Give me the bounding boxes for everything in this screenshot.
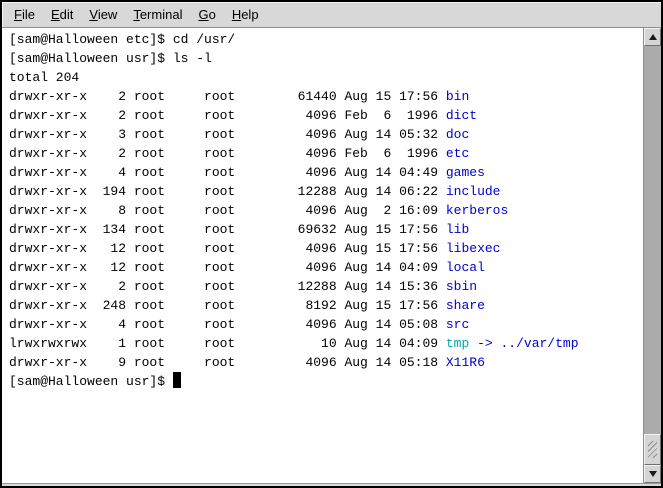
terminal-text: drwxr-xr-x 2 root root 61440 Aug 15 17:5… <box>9 89 446 104</box>
terminal-text: drwxr-xr-x 8 root root 4096 Aug 2 16:09 <box>9 203 446 218</box>
terminal-text: drwxr-xr-x 248 root root 8192 Aug 15 17:… <box>9 298 446 313</box>
directory-name-text: lib <box>446 222 469 237</box>
terminal-line: drwxr-xr-x 4 root root 4096 Aug 14 05:08… <box>9 315 643 334</box>
directory-name-text: bin <box>446 89 469 104</box>
terminal-line: drwxr-xr-x 2 root root 12288 Aug 14 15:3… <box>9 277 643 296</box>
directory-name-text: doc <box>446 127 469 142</box>
menu-mnemonic: V <box>89 7 97 22</box>
menu-item-edit[interactable]: Edit <box>43 4 81 25</box>
scroll-up-button[interactable] <box>644 28 661 46</box>
terminal-line: drwxr-xr-x 4 root root 4096 Aug 14 04:49… <box>9 163 643 182</box>
terminal-line: drwxr-xr-x 2 root root 4096 Feb 6 1996 e… <box>9 144 643 163</box>
thumb-grip-icon <box>648 441 657 458</box>
terminal-line: drwxr-xr-x 9 root root 4096 Aug 14 05:18… <box>9 353 643 372</box>
terminal-window: FileEditViewTerminalGoHelp [sam@Hallowee… <box>0 0 663 488</box>
window-content: [sam@Halloween etc]$ cd /usr/ [sam@Hallow… <box>2 28 661 483</box>
terminal-line: drwxr-xr-x 3 root root 4096 Aug 14 05:32… <box>9 125 643 144</box>
menu-mnemonic: G <box>198 7 208 22</box>
scroll-down-icon <box>649 471 657 477</box>
scrollbar[interactable] <box>643 28 661 483</box>
directory-name-text: X11R6 <box>446 355 485 370</box>
terminal-text: drwxr-xr-x 4 root root 4096 Aug 14 05:08 <box>9 317 446 332</box>
directory-name-text: src <box>446 317 469 332</box>
terminal-text: total 204 <box>9 70 79 85</box>
terminal-line: [sam@Halloween etc]$ cd /usr/ <box>9 30 643 49</box>
terminal-cursor <box>173 372 181 388</box>
terminal-line: drwxr-xr-x 8 root root 4096 Aug 2 16:09 … <box>9 201 643 220</box>
terminal-text: [sam@Halloween usr]$ <box>9 374 173 389</box>
terminal-line: [sam@Halloween usr]$ ls -l <box>9 49 643 68</box>
menu-item-view[interactable]: View <box>81 4 125 25</box>
terminal-text: drwxr-xr-x 9 root root 4096 Aug 14 05:18 <box>9 355 446 370</box>
scroll-up-icon <box>649 34 657 40</box>
menu-mnemonic: T <box>133 7 140 22</box>
terminal-output[interactable]: [sam@Halloween etc]$ cd /usr/ [sam@Hallow… <box>2 28 643 483</box>
terminal-text: [sam@Halloween etc]$ cd /usr/ <box>9 32 235 47</box>
directory-name-text: sbin <box>446 279 477 294</box>
terminal-line: drwxr-xr-x 2 root root 4096 Feb 6 1996 d… <box>9 106 643 125</box>
terminal-text: drwxr-xr-x 194 root root 12288 Aug 14 06… <box>9 184 446 199</box>
menu-mnemonic: H <box>232 7 241 22</box>
terminal-text: drwxr-xr-x 2 root root 4096 Feb 6 1996 <box>9 108 446 123</box>
menu-mnemonic: E <box>51 7 60 22</box>
terminal-text: drwxr-xr-x 4 root root 4096 Aug 14 04:49 <box>9 165 446 180</box>
menubar: FileEditViewTerminalGoHelp <box>2 2 661 28</box>
menu-mnemonic: F <box>14 7 22 22</box>
directory-name-text: etc <box>446 146 469 161</box>
terminal-text: drwxr-xr-x 134 root root 69632 Aug 15 17… <box>9 222 446 237</box>
terminal-line: drwxr-xr-x 194 root root 12288 Aug 14 06… <box>9 182 643 201</box>
directory-name-text: dict <box>446 108 477 123</box>
terminal-text: [sam@Halloween usr]$ ls -l <box>9 51 212 66</box>
directory-name-text: libexec <box>446 241 501 256</box>
directory-name-text: local <box>446 260 485 275</box>
terminal-text: drwxr-xr-x 12 root root 4096 Aug 15 17:5… <box>9 241 446 256</box>
window-bottom-edge <box>2 483 661 486</box>
menu-item-terminal[interactable]: Terminal <box>125 4 190 25</box>
directory-name-text: share <box>446 298 485 313</box>
terminal-text: drwxr-xr-x 12 root root 4096 Aug 14 04:0… <box>9 260 446 275</box>
scrollbar-track[interactable] <box>644 46 661 465</box>
terminal-line: drwxr-xr-x 12 root root 4096 Aug 14 04:0… <box>9 258 643 277</box>
terminal-text: drwxr-xr-x 2 root root 12288 Aug 14 15:3… <box>9 279 446 294</box>
directory-name-text: include <box>446 184 501 199</box>
terminal-line: lrwxrwxrwx 1 root root 10 Aug 14 04:09 t… <box>9 334 643 353</box>
scroll-down-button[interactable] <box>644 465 661 483</box>
terminal-text: drwxr-xr-x 3 root root 4096 Aug 14 05:32 <box>9 127 446 142</box>
directory-name-text: games <box>446 165 485 180</box>
menu-item-help[interactable]: Help <box>224 4 267 25</box>
symlink-name-text: tmp <box>446 336 469 351</box>
scrollbar-thumb[interactable] <box>644 434 661 465</box>
directory-name-text: -> ../var/tmp <box>469 336 578 351</box>
terminal-line: drwxr-xr-x 134 root root 69632 Aug 15 17… <box>9 220 643 239</box>
terminal-text: lrwxrwxrwx 1 root root 10 Aug 14 04:09 <box>9 336 446 351</box>
menu-item-file[interactable]: File <box>6 4 43 25</box>
menu-item-go[interactable]: Go <box>190 4 223 25</box>
terminal-line: drwxr-xr-x 12 root root 4096 Aug 15 17:5… <box>9 239 643 258</box>
terminal-line: [sam@Halloween usr]$ <box>9 372 643 391</box>
terminal-line: drwxr-xr-x 248 root root 8192 Aug 15 17:… <box>9 296 643 315</box>
terminal-text: drwxr-xr-x 2 root root 4096 Feb 6 1996 <box>9 146 446 161</box>
terminal-line: drwxr-xr-x 2 root root 61440 Aug 15 17:5… <box>9 87 643 106</box>
directory-name-text: kerberos <box>446 203 508 218</box>
terminal-line: total 204 <box>9 68 643 87</box>
